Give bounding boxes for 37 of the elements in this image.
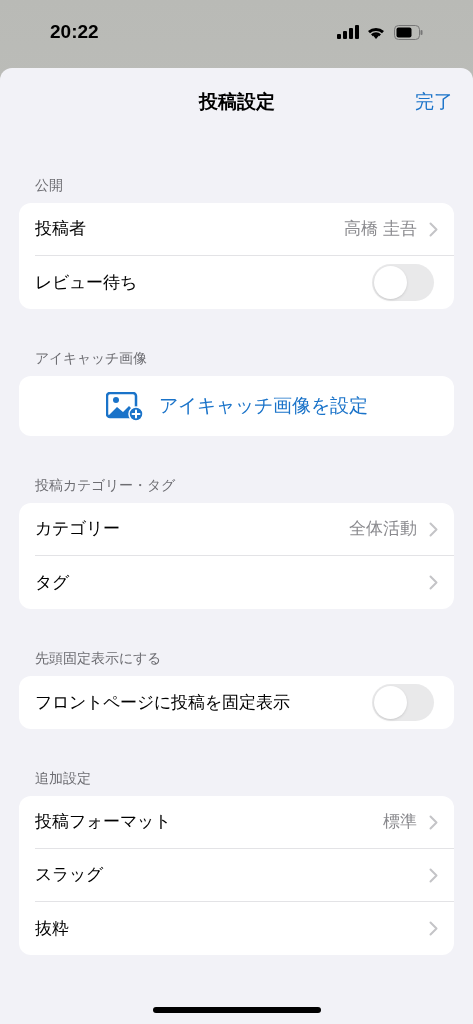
toggle-switch[interactable] xyxy=(372,684,434,721)
status-time: 20:22 xyxy=(50,19,100,44)
signal-icon xyxy=(337,25,360,39)
sheet-title: 投稿設定 xyxy=(198,89,275,114)
settings-row[interactable]: 投稿者 高橋 圭吾 xyxy=(35,203,454,256)
section-header: 投稿カテゴリー・タグ xyxy=(34,476,176,494)
chevron-icon xyxy=(429,814,438,830)
chevron-icon xyxy=(429,575,438,590)
section-header: 先頭固定表示にする xyxy=(34,649,162,667)
toggle-switch[interactable] xyxy=(372,264,434,301)
row-value: 標準 xyxy=(383,811,417,834)
chevron-icon xyxy=(429,867,438,883)
settings-row[interactable]: タグ xyxy=(35,556,454,609)
row-label: 投稿者 xyxy=(35,218,87,241)
chevron-icon xyxy=(429,521,438,537)
row-label: カテゴリー xyxy=(35,518,121,541)
section-header: アイキャッチ画像 xyxy=(34,349,148,367)
settings-row[interactable]: 抜粋 xyxy=(35,902,454,955)
row-label: タグ xyxy=(35,571,70,594)
settings-row[interactable]: 投稿フォーマット 標準 xyxy=(35,796,454,849)
row-value: 高橋 圭吾 xyxy=(344,218,417,241)
section-header: 追加設定 xyxy=(34,769,92,787)
row-label: フロントページに投稿を固定表示 xyxy=(35,691,291,714)
row-label: 投稿フォーマット xyxy=(35,811,172,834)
row-label: 抜粋 xyxy=(35,917,70,940)
chevron-icon xyxy=(429,221,438,237)
section-header: 公開 xyxy=(34,176,64,194)
battery-icon xyxy=(394,24,423,40)
settings-row[interactable]: スラッグ xyxy=(35,849,454,902)
row-value: 全体活動 xyxy=(349,518,417,541)
row-label: レビュー待ち xyxy=(35,271,138,294)
set-image-button[interactable]: アイキャッチ画像を設定 xyxy=(19,376,454,436)
chevron-icon xyxy=(429,921,438,936)
settings-row[interactable]: カテゴリー 全体活動 xyxy=(35,503,454,556)
row-label: スラッグ xyxy=(35,864,104,887)
add-image-icon xyxy=(105,391,143,421)
done-button[interactable]: 完了 xyxy=(415,87,453,117)
